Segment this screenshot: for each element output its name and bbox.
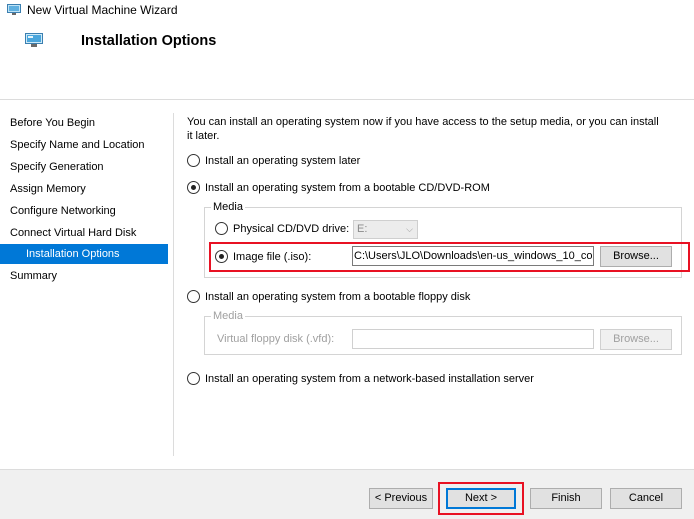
browse-image-button[interactable]: Browse...: [600, 246, 672, 267]
physical-drive-select[interactable]: E: ⌵: [353, 220, 418, 239]
intro-text: You can install an operating system now …: [187, 116, 659, 142]
nav-item-before-you-begin[interactable]: Before You Begin: [0, 113, 168, 133]
floppy-media-legend: Media: [211, 310, 245, 323]
radio-image-file[interactable]: [215, 250, 228, 263]
nav-divider: [173, 113, 174, 456]
option-image-file[interactable]: Image file (.iso):: [215, 249, 345, 265]
option-install-later-label: Install an operating system later: [205, 155, 361, 167]
browse-floppy-button[interactable]: Browse...: [600, 329, 672, 350]
option-install-floppy-label: Install an operating system from a boota…: [205, 291, 471, 303]
option-physical-drive[interactable]: Physical CD/DVD drive:: [215, 221, 355, 237]
image-file-path-input[interactable]: C:\Users\JLO\Downloads\en-us_windows_10_…: [352, 246, 594, 266]
next-button[interactable]: Next >: [446, 488, 516, 509]
radio-install-network[interactable]: [187, 372, 200, 385]
nav-item-installation-options[interactable]: Installation Options: [0, 244, 168, 264]
nav-item-specify-generation[interactable]: Specify Generation: [0, 157, 168, 177]
finish-button[interactable]: Finish: [530, 488, 602, 509]
option-install-floppy[interactable]: Install an operating system from a boota…: [187, 289, 507, 305]
vfd-path-input[interactable]: [352, 329, 594, 349]
vfd-label: Virtual floppy disk (.vfd):: [217, 333, 335, 345]
cancel-button[interactable]: Cancel: [610, 488, 682, 509]
wizard-monitor-icon: [25, 33, 43, 47]
page-title: Installation Options: [81, 33, 217, 49]
nav-item-connect-virtual-hard-disk[interactable]: Connect Virtual Hard Disk: [0, 223, 168, 243]
nav-item-summary[interactable]: Summary: [0, 266, 168, 286]
window-title: New Virtual Machine Wizard: [27, 3, 178, 17]
monitor-icon: [7, 4, 21, 15]
cd-media-legend: Media: [211, 201, 245, 214]
physical-drive-value: E:: [357, 223, 368, 235]
nav-item-specify-name-location[interactable]: Specify Name and Location: [0, 135, 168, 155]
chevron-down-icon: ⌵: [406, 224, 413, 234]
nav-item-assign-memory[interactable]: Assign Memory: [0, 179, 168, 199]
option-install-network[interactable]: Install an operating system from a netwo…: [187, 371, 567, 387]
option-install-later[interactable]: Install an operating system later: [187, 153, 487, 169]
radio-physical-drive[interactable]: [215, 222, 228, 235]
physical-drive-label: Physical CD/DVD drive:: [233, 223, 350, 235]
option-install-cd-label: Install an operating system from a boota…: [205, 182, 490, 194]
nav-item-configure-networking[interactable]: Configure Networking: [0, 201, 168, 221]
option-install-cd[interactable]: Install an operating system from a boota…: [187, 180, 507, 196]
image-file-label: Image file (.iso):: [233, 251, 312, 263]
option-install-network-label: Install an operating system from a netwo…: [205, 373, 534, 385]
previous-button[interactable]: < Previous: [369, 488, 433, 509]
radio-install-later[interactable]: [187, 154, 200, 167]
radio-install-floppy[interactable]: [187, 290, 200, 303]
radio-install-cd[interactable]: [187, 181, 200, 194]
